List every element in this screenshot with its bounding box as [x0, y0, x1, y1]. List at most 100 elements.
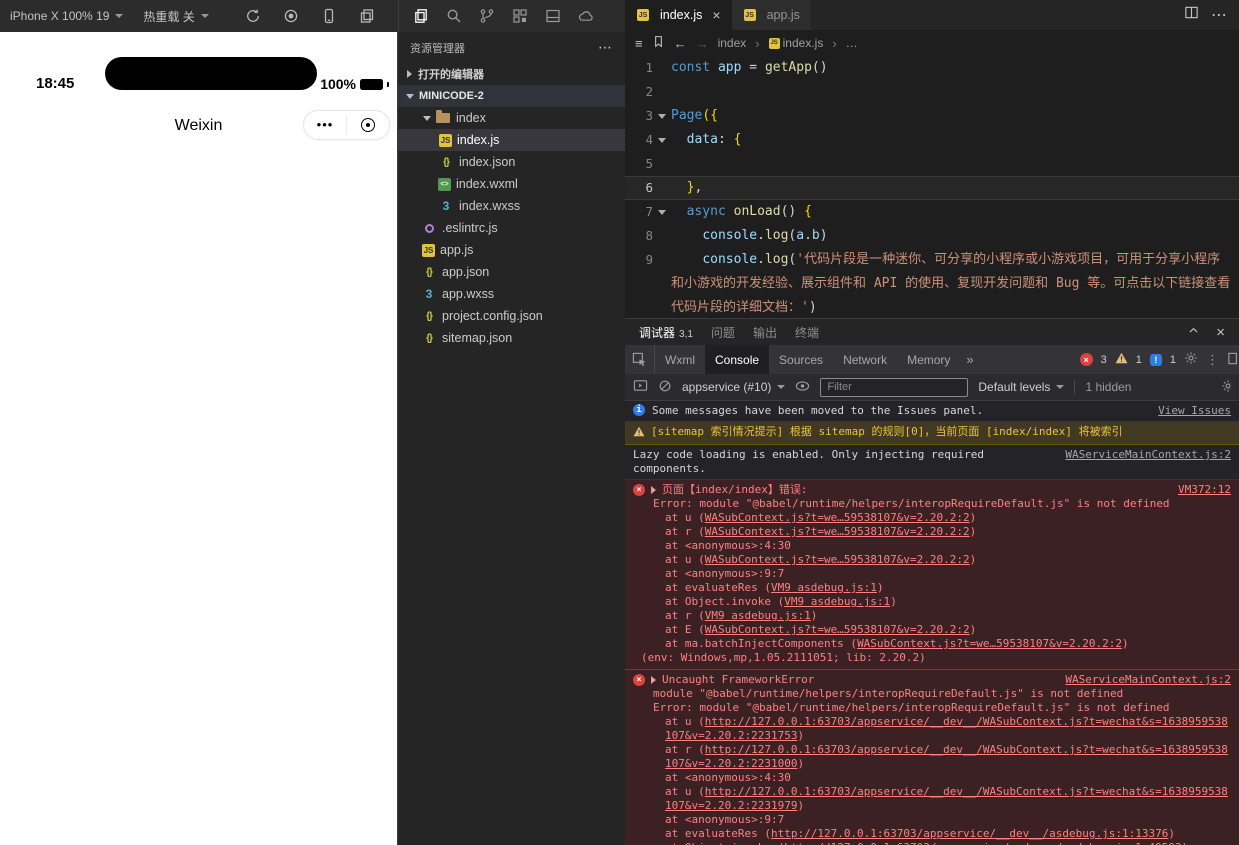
collapse-panel-icon[interactable] [1187, 324, 1200, 340]
tree-item-sitemap.json[interactable]: {} sitemap.json [398, 327, 625, 349]
stack-link[interactable]: http://127.0.0.1:63703/appservice/__dev_… [665, 743, 1228, 770]
breadcrumb[interactable]: index [718, 36, 747, 50]
stack-link[interactable]: VM9 asdebug.js:1 [784, 595, 890, 608]
source-link[interactable]: WAServiceMainContext.js:2 [1053, 448, 1231, 462]
frame-selector[interactable]: appservice (#10) [682, 380, 786, 394]
fold-chevron-icon[interactable] [653, 200, 671, 215]
multi-window-icon[interactable] [359, 8, 375, 24]
panel-layout-icon[interactable] [545, 8, 561, 24]
warning-count-icon[interactable] [1115, 352, 1128, 367]
clear-console-icon[interactable] [658, 379, 672, 396]
code-line[interactable]: 9 console.log('代码片段是一种迷你、可分享的小程序或小游戏项目，可… [625, 248, 1239, 318]
forward-icon[interactable]: → [696, 36, 709, 51]
source-link[interactable]: VM372:12 [1166, 483, 1231, 497]
stack-link[interactable]: WASubContext.js?t=we…59538107&v=2.20.2:2 [857, 637, 1122, 650]
inspect-element-icon[interactable] [625, 345, 655, 374]
view-issues-link[interactable]: View Issues [1146, 404, 1231, 418]
explorer-more-icon[interactable]: ⋯ [598, 39, 613, 56]
stack-link[interactable]: http://127.0.0.1:63703/appservice/__dev_… [665, 785, 1228, 812]
console-output[interactable]: i Some messages have been moved to the I… [625, 401, 1239, 845]
tree-item-index.json[interactable]: {} index.json [398, 151, 625, 173]
more-menu-button[interactable]: ••• [304, 111, 346, 139]
source-link[interactable]: WAServiceMainContext.js:2 [1053, 673, 1231, 687]
code-line[interactable]: 4 data: { [625, 128, 1239, 152]
code-editor[interactable]: 1 const app = getApp() 2 3 Page({4 data: {5 6… [625, 56, 1239, 318]
tab-memory[interactable]: Memory [897, 345, 960, 374]
phone-icon[interactable] [321, 8, 337, 24]
back-icon[interactable]: ← [674, 36, 687, 51]
tab-problems[interactable]: 问题 [711, 324, 735, 341]
expand-caret-icon[interactable] [651, 486, 656, 494]
code-line[interactable]: 3 Page({ [625, 104, 1239, 128]
stack-link[interactable]: VM9 asdebug.js:1 [771, 581, 877, 594]
menu-icon[interactable]: ≡ [635, 36, 643, 51]
record-icon[interactable] [283, 8, 299, 24]
devtools-settings-icon[interactable] [1184, 351, 1198, 368]
code-line[interactable]: 1 const app = getApp() [625, 56, 1239, 80]
tab-wxml[interactable]: Wxml [655, 345, 705, 374]
tab-console[interactable]: Console [705, 345, 770, 374]
tab-index-js[interactable]: JS index.js × [625, 0, 732, 30]
expand-caret-icon[interactable] [651, 676, 656, 684]
close-mini-program-button[interactable] [347, 118, 389, 132]
stack-link[interactable]: WASubContext.js?t=we…59538107&v=2.20.2:2 [705, 553, 970, 566]
stack-link[interactable]: WASubContext.js?t=we…59538107&v=2.20.2:2 [705, 511, 970, 524]
code-line[interactable]: 7 async onLoad() { [625, 200, 1239, 224]
split-editor-icon[interactable] [1184, 5, 1199, 25]
more-tabs-icon[interactable]: » [960, 345, 979, 374]
error-count-icon[interactable]: × [1079, 353, 1093, 366]
tab-output[interactable]: 输出 [753, 324, 777, 341]
dock-side-icon[interactable] [1227, 351, 1237, 369]
tree-item-index.wxss[interactable]: 3 index.wxss [398, 195, 625, 217]
open-editors-section[interactable]: 打开的编辑器 [398, 63, 625, 85]
breadcrumb-symbol[interactable]: … [846, 36, 858, 50]
bookmark-icon[interactable] [652, 35, 665, 51]
log-levels-dropdown[interactable]: Default levels [978, 380, 1065, 394]
breadcrumb-folder[interactable]: index [718, 36, 747, 50]
hot-reload-toggle[interactable]: 热重载 关 [133, 0, 218, 32]
console-sidebar-icon[interactable] [633, 378, 648, 396]
breadcrumb-file[interactable]: JS index.js [768, 36, 823, 50]
tree-item-app.js[interactable]: JS app.js [398, 239, 625, 261]
extensions-icon[interactable] [512, 8, 528, 24]
stack-link[interactable]: http://127.0.0.1:63703/appservice/__dev_… [665, 715, 1228, 742]
tab-terminal[interactable]: 终端 [795, 324, 819, 341]
code-line[interactable]: 5 [625, 152, 1239, 176]
code-line[interactable]: 2 [625, 80, 1239, 104]
more-actions-icon[interactable]: ⋯ [1211, 5, 1227, 25]
devtools-menu-icon[interactable]: ⋮ [1206, 352, 1219, 368]
code-line[interactable]: 6 }, [625, 176, 1239, 200]
tab-network[interactable]: Network [833, 345, 897, 374]
refresh-icon[interactable] [245, 8, 261, 24]
fold-chevron-icon[interactable] [653, 104, 671, 119]
issues-icon[interactable]: ! [1149, 353, 1162, 366]
tree-item-index.wxml[interactable]: <> index.wxml [398, 173, 625, 195]
tree-item-index.js[interactable]: JS index.js [398, 129, 625, 151]
tab-app-js[interactable]: JS app.js [731, 0, 812, 30]
project-section[interactable]: MINICODE-2 [398, 85, 625, 107]
console-settings-icon[interactable] [1221, 379, 1231, 396]
tree-item-index[interactable]: index [398, 107, 625, 129]
fold-chevron-icon[interactable] [653, 128, 671, 143]
cloud-icon[interactable] [578, 8, 594, 24]
files-icon[interactable] [413, 8, 429, 24]
stack-link[interactable]: http://127.0.0.1:63703/appservice/__dev_… [784, 841, 1181, 845]
search-icon[interactable] [446, 8, 462, 24]
stack-link[interactable]: WASubContext.js?t=we…59538107&v=2.20.2:2 [705, 623, 970, 636]
error-message-head[interactable]: × Uncaught FrameworkError WAServiceMainCon… [633, 673, 1231, 687]
stack-link[interactable]: http://127.0.0.1:63703/appservice/__dev_… [771, 827, 1168, 840]
git-branch-icon[interactable] [479, 8, 495, 24]
tree-item-app.wxss[interactable]: 3 app.wxss [398, 283, 625, 305]
tree-item-project.config.json[interactable]: {} project.config.json [398, 305, 625, 327]
stack-link[interactable]: VM9 asdebug.js:1 [705, 609, 811, 622]
console-filter-input[interactable] [820, 377, 969, 397]
tree-item-.eslintrc.js[interactable]: .eslintrc.js [398, 217, 625, 239]
code-line[interactable]: 8 console.log(a.b) [625, 224, 1239, 248]
live-expression-eye-icon[interactable] [795, 380, 810, 395]
close-panel-icon[interactable]: × [1216, 324, 1225, 341]
error-message-head[interactable]: × 页面【index/index】错误: VM372:12 [633, 483, 1231, 497]
tree-item-app.json[interactable]: {} app.json [398, 261, 625, 283]
simulator-screen[interactable]: 18:45 100% Weixin ••• [0, 32, 398, 845]
device-selector[interactable]: iPhone X 100% 19 [0, 0, 133, 32]
tab-debugger[interactable]: 调试器 3,1 [639, 324, 693, 341]
